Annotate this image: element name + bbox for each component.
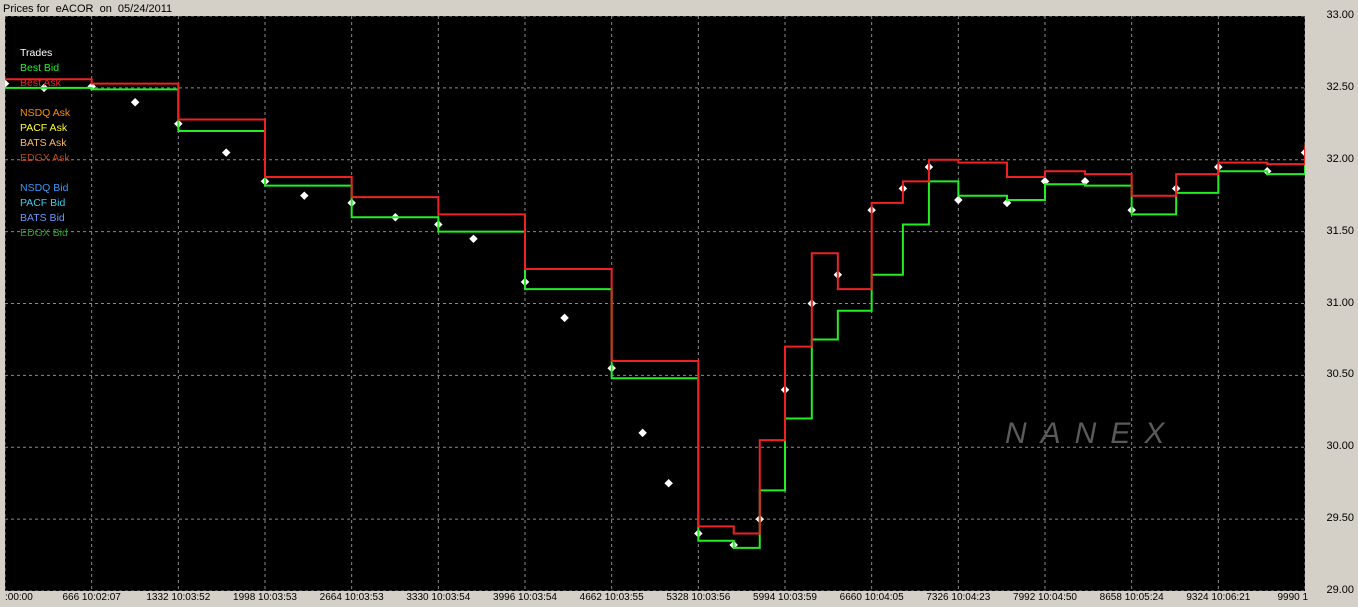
x-tick-label: 9324 10:06:21 <box>1186 592 1251 603</box>
x-tick-label: 3330 10:03:54 <box>406 592 471 603</box>
nanex-watermark: NANEX <box>1005 417 1179 450</box>
x-tick-label: 3996 10:03:54 <box>493 592 557 603</box>
x-tick-label: 5994 10:03:59 <box>753 592 817 603</box>
x-tick-label: 9990 1 <box>1277 592 1309 603</box>
x-tick-label: 7326 10:04:23 <box>926 592 991 603</box>
trade-point <box>300 191 309 200</box>
series-best-ask <box>5 78 1305 535</box>
legend-item: EDGX Ask <box>20 152 70 164</box>
legend-item: NSDQ Ask <box>20 107 71 119</box>
series-line <box>5 78 1305 535</box>
series-trades <box>5 79 1305 550</box>
trade-point <box>954 195 963 205</box>
chart-title: Prices for eACOR on 05/24/2011 <box>3 3 173 15</box>
x-tick-label: 7992 10:04:50 <box>1013 592 1077 603</box>
trade-point <box>5 79 10 88</box>
legend-item <box>20 166 70 181</box>
y-tick-label: 31.00 <box>1326 296 1354 309</box>
y-tick-label: 30.00 <box>1326 440 1354 453</box>
x-tick-label: 8658 10:05:24 <box>1099 592 1164 603</box>
legend-item: Best Ask <box>20 77 61 89</box>
plot-area: Trades Best Bid Best Ask NSDQ Ask PACF Ask B… <box>5 16 1305 591</box>
x-tick-label: 1998 10:03:53 <box>233 592 297 603</box>
y-tick-label: 32.00 <box>1326 152 1354 165</box>
legend-item: PACF Bid <box>20 197 66 209</box>
series-best-bid <box>5 86 1305 549</box>
x-tick-label: :00:00 <box>5 592 33 603</box>
legend-item: BATS Bid <box>20 212 65 224</box>
legend-item: Trades <box>20 47 53 59</box>
legend-item: BATS Ask <box>20 137 67 149</box>
x-tick-label: 5328 10:03:56 <box>666 592 731 603</box>
trade-point <box>638 428 647 438</box>
price-chart <box>5 16 1305 591</box>
legend-item: EDGX Bid <box>20 227 68 239</box>
trade-point <box>221 148 231 157</box>
trade-point <box>469 234 478 244</box>
legend-item: NSDQ Bid <box>20 182 69 194</box>
x-tick-label: 1332 10:03:52 <box>146 592 211 603</box>
legend-item: PACF Ask <box>20 122 68 134</box>
legend-item: Best Bid <box>20 62 60 74</box>
y-tick-label: 29.50 <box>1326 512 1354 525</box>
x-tick-label: 4662 10:03:55 <box>579 592 644 603</box>
x-tick-label: 2664 10:03:53 <box>319 592 384 603</box>
y-tick-label: 30.50 <box>1326 368 1354 381</box>
y-tick-label: 32.50 <box>1326 80 1354 93</box>
x-tick-label: 6660 10:04:05 <box>839 592 904 603</box>
x-tick-label: 666 10:02:07 <box>62 592 121 603</box>
y-tick-label: 29.00 <box>1326 584 1354 596</box>
legend-item <box>20 91 70 106</box>
chart-window: Prices for eACOR on 05/24/2011 Trades Bes… <box>0 0 1358 607</box>
trade-point <box>130 98 140 107</box>
legend: Trades Best Bid Best Ask NSDQ Ask PACF Ask B… <box>20 46 70 241</box>
trade-point <box>560 313 569 323</box>
y-tick-label: 31.50 <box>1326 224 1354 237</box>
series-line <box>5 86 1305 549</box>
trade-point <box>664 478 673 488</box>
y-tick-label: 33.00 <box>1326 9 1354 21</box>
